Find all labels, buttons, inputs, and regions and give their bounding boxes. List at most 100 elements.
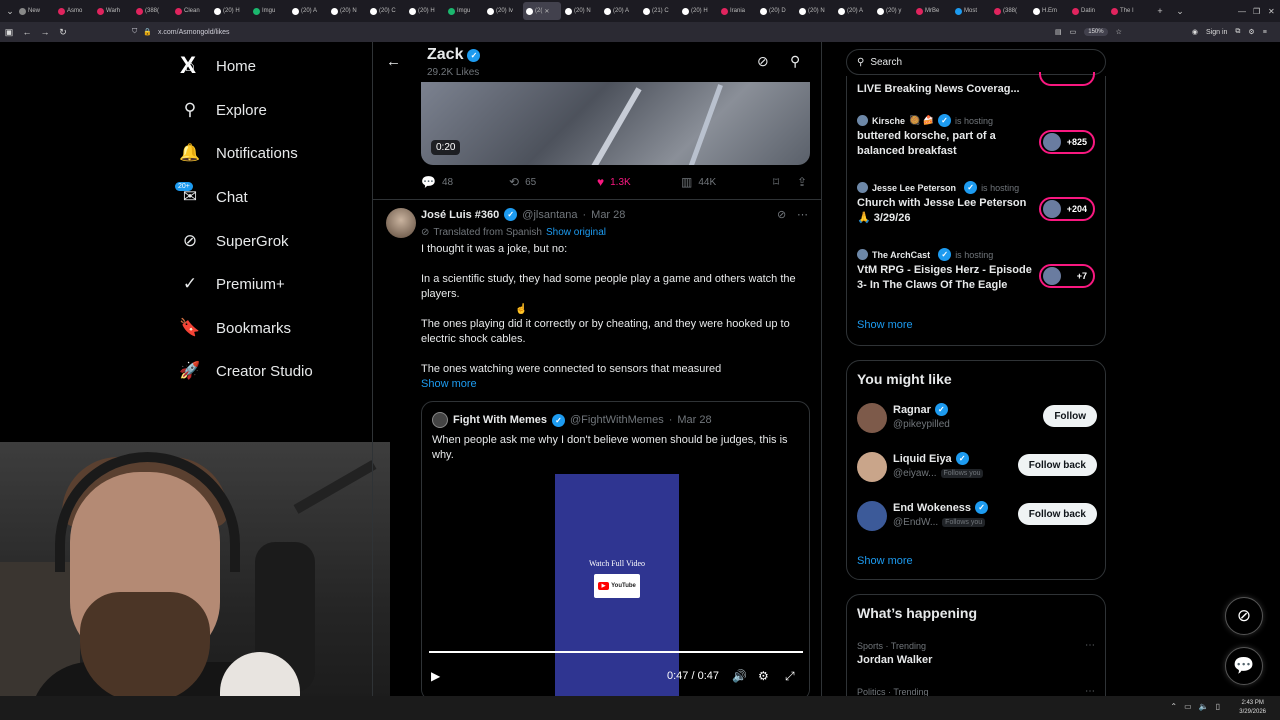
browser-tab[interactable]: (20) N xyxy=(796,2,834,20)
avatar[interactable] xyxy=(386,208,416,238)
space-listener-pill[interactable]: +825 xyxy=(1039,130,1095,154)
sidebar-item-bookmarks[interactable]: 🔖 Bookmarks xyxy=(179,313,291,343)
space-host[interactable]: Kirsche 🥘 🍰 ✓ is hosting xyxy=(857,114,993,127)
browser-tab[interactable]: (20) H xyxy=(211,2,249,20)
sidebar-item-explore[interactable]: ⚲ Explore xyxy=(180,95,267,125)
battery-icon[interactable]: ▯ xyxy=(1216,702,1220,711)
settings-icon[interactable]: ⚙ xyxy=(758,669,769,683)
browser-tab[interactable]: (20) y xyxy=(874,2,912,20)
fullscreen-icon[interactable]: ⤢ xyxy=(785,669,795,684)
browser-tab[interactable]: MrBe xyxy=(913,2,951,20)
browser-tab[interactable]: (20) H xyxy=(406,2,444,20)
browser-tab[interactable]: (20) Iv xyxy=(484,2,522,20)
follow-button[interactable]: Follow xyxy=(1043,405,1097,427)
live-listener-pill[interactable] xyxy=(1039,72,1095,86)
quote-video[interactable]: Watch Full Video ▶ YouTube ▶ 0:47 / 0:47… xyxy=(422,474,809,696)
trend-name[interactable]: Jordan Walker xyxy=(857,654,932,666)
sidebar-item-premium[interactable]: ✓ Premium+ xyxy=(180,269,285,299)
new-tab-button[interactable]: + xyxy=(1153,6,1167,16)
back-button[interactable]: ← xyxy=(18,27,36,37)
follow-button[interactable]: Follow back xyxy=(1017,454,1097,476)
bookmark-button[interactable]: ⌑ xyxy=(773,175,797,189)
who-to-follow-item[interactable]: Liquid Eiya ✓ @eiyaw... Follows you Follow b… xyxy=(857,450,1097,486)
tab-close-icon[interactable]: ✕ xyxy=(544,8,549,15)
browser-tab[interactable]: (20) N xyxy=(562,2,600,20)
back-arrow-icon[interactable]: ← xyxy=(386,53,401,70)
follow-button[interactable]: Follow back xyxy=(1017,503,1097,525)
grok-fab-icon[interactable]: ⊘ xyxy=(1225,597,1263,635)
picture-icon[interactable]: ▭ xyxy=(1070,28,1077,36)
more-icon[interactable]: ⋯ xyxy=(797,208,808,221)
account-icon[interactable]: ◉ xyxy=(1192,28,1198,36)
author-handle[interactable]: @jlsantana xyxy=(522,209,577,221)
play-icon[interactable]: ▶ xyxy=(431,669,440,683)
browser-tab[interactable]: (20) A xyxy=(601,2,639,20)
wtf-name[interactable]: End Wokeness ✓ xyxy=(893,501,989,514)
system-clock[interactable]: 2:43 PM 3/29/2026 xyxy=(1239,699,1266,717)
grok-icon[interactable]: ⊘ xyxy=(757,53,769,70)
space-listener-pill[interactable]: +7 xyxy=(1039,264,1095,288)
author-name[interactable]: José Luis #360 xyxy=(421,209,499,221)
browser-tab[interactable]: Irania xyxy=(718,2,756,20)
url-bar[interactable]: ⛉ 🔒 x.com/Asmongold/likes xyxy=(132,24,1032,40)
browser-tab[interactable]: (20) C xyxy=(367,2,405,20)
browser-tab[interactable]: (21) C xyxy=(640,2,678,20)
browser-tab[interactable]: (20) A xyxy=(289,2,327,20)
search-icon[interactable]: ⚲ xyxy=(790,53,800,70)
tweet-date[interactable]: Mar 28 xyxy=(591,209,625,221)
avatar[interactable] xyxy=(857,403,887,433)
browser-tab[interactable]: Most xyxy=(952,2,990,20)
more-icon[interactable]: ⋯ xyxy=(1085,686,1095,696)
sidebar-item-supergrok[interactable]: ⊘ SuperGrok xyxy=(180,226,289,256)
space-title[interactable]: buttered korsche, part of a balanced bre… xyxy=(857,129,1032,159)
sidebar-toggle-icon[interactable]: ▣ xyxy=(0,27,18,38)
browser-tab[interactable]: Imgu xyxy=(250,2,288,20)
quoted-tweet[interactable]: Fight With Memes ✓ @FightWithMemes · Mar… xyxy=(421,401,810,696)
space-host[interactable]: Jesse Lee Peterson ✓ is hosting xyxy=(857,181,1019,194)
close-window-button[interactable]: ✕ xyxy=(1268,0,1275,22)
browser-tab[interactable]: Datin xyxy=(1069,2,1107,20)
sidebar-item-creator-studio[interactable]: 🚀 Creator Studio xyxy=(179,356,312,386)
browser-tab[interactable]: Imgu xyxy=(445,2,483,20)
wtf-name[interactable]: Ragnar ✓ xyxy=(893,403,948,416)
sidebar-item-notifications[interactable]: 🔔 Notifications xyxy=(179,138,297,168)
retweet-button[interactable]: ⟲ 65 xyxy=(509,175,597,189)
spaces-show-more[interactable]: Show more xyxy=(857,319,913,331)
space-title[interactable]: Church with Jesse Lee Peterson 🙏 3/29/26 xyxy=(857,196,1032,226)
browser-tab[interactable]: (388( xyxy=(133,2,171,20)
restore-button[interactable]: ❐ xyxy=(1253,0,1260,22)
extension-icon[interactable]: ⧉ xyxy=(1235,28,1240,36)
space-title[interactable]: VtM RPG - Eisiges Herz - Episode 3- In T… xyxy=(857,263,1032,293)
star-icon[interactable]: ☆ xyxy=(1116,28,1122,36)
browser-tab[interactable]: (2(✕ xyxy=(523,2,561,20)
forward-button[interactable]: → xyxy=(36,27,54,37)
zoom-level[interactable]: 150% xyxy=(1084,28,1108,36)
settings-icon[interactable]: ⚙ xyxy=(1248,28,1254,36)
menu-icon[interactable]: ≡ xyxy=(1263,29,1267,36)
live-space-title[interactable]: LIVE Breaking News Coverag... xyxy=(857,82,1032,97)
browser-tab[interactable]: Clean xyxy=(172,2,210,20)
reload-button[interactable]: ↻ xyxy=(54,27,72,38)
sign-in-link[interactable]: Sign in xyxy=(1206,29,1227,36)
browser-tab[interactable]: The I xyxy=(1108,2,1146,20)
sidebar-item-home[interactable]: ⌂ Home xyxy=(180,51,256,81)
who-to-follow-item[interactable]: End Wokeness ✓ @EndW... Follows you Follow b… xyxy=(857,499,1097,535)
browser-tab[interactable]: Warh xyxy=(94,2,132,20)
browser-tab[interactable]: (20) N xyxy=(328,2,366,20)
avatar[interactable] xyxy=(857,501,887,531)
speaker-icon[interactable]: 🔈 xyxy=(1199,702,1209,711)
like-button[interactable]: ♥ 1.3K xyxy=(597,175,681,189)
show-more-link[interactable]: Show more xyxy=(421,378,477,390)
browser-tab[interactable]: (20) H xyxy=(679,2,717,20)
share-button[interactable]: ⇪ xyxy=(797,175,807,189)
browser-tab[interactable]: Asmo xyxy=(55,2,93,20)
wtf-show-more[interactable]: Show more xyxy=(857,555,913,567)
video-progress-bar[interactable] xyxy=(429,651,803,653)
who-to-follow-item[interactable]: Ragnar ✓ @pikeypilled Follow xyxy=(857,401,1097,437)
minimize-button[interactable]: — xyxy=(1238,0,1246,22)
reader-icon[interactable]: ▤ xyxy=(1055,28,1062,36)
browser-tab[interactable]: H.Em xyxy=(1030,2,1068,20)
network-icon[interactable]: ▭ xyxy=(1184,702,1192,711)
tab-list-button[interactable]: ⌄ xyxy=(4,6,16,17)
reply-button[interactable]: 💬 48 xyxy=(421,175,509,189)
